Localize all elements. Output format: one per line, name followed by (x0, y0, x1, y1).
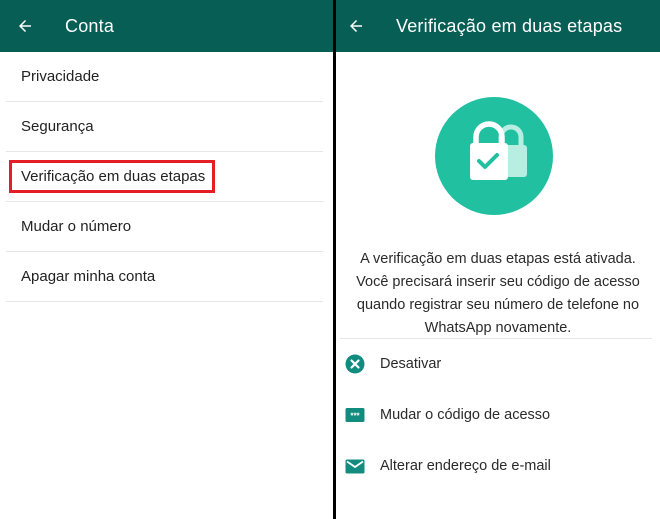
page-title: Conta (65, 15, 115, 36)
menu-item-change-number[interactable]: Mudar o número (6, 202, 323, 252)
arrow-left-icon[interactable] (15, 16, 35, 36)
menu-item-label: Segurança (21, 118, 94, 135)
two-step-verification-screen: Verificação em duas etapas A verificação… (336, 0, 660, 519)
menu-item-privacy[interactable]: Privacidade (6, 52, 323, 102)
divider (340, 338, 652, 339)
menu-item-label: Apagar minha conta (21, 268, 156, 285)
close-circle-icon (345, 354, 365, 374)
option-label: Alterar endereço de e-mail (380, 458, 551, 474)
password-icon: *** (345, 405, 365, 425)
app-bar: Verificação em duas etapas (336, 0, 660, 52)
disable-option[interactable]: Desativar (336, 344, 660, 384)
menu-item-label: Mudar o número (21, 218, 132, 235)
change-email-option[interactable]: Alterar endereço de e-mail (336, 446, 660, 486)
padlock-check-icon (435, 97, 553, 215)
account-screen: Conta Privacidade Segurança Verificação … (0, 0, 333, 519)
status-description: A verificação em duas etapas está ativad… (356, 251, 640, 336)
menu-item-label: Verificação em duas etapas (21, 168, 206, 185)
menu-item-delete-account[interactable]: Apagar minha conta (6, 252, 323, 302)
account-menu: Privacidade Segurança Verificação em dua… (6, 52, 323, 302)
change-passcode-option[interactable]: *** Mudar o código de acesso (336, 395, 660, 435)
svg-text:***: *** (350, 412, 360, 421)
menu-item-two-step-verification[interactable]: Verificação em duas etapas (6, 152, 323, 202)
option-label: Mudar o código de acesso (380, 407, 551, 423)
page-title: Verificação em duas etapas (396, 15, 623, 36)
email-icon (345, 456, 365, 476)
app-bar: Conta (0, 0, 333, 52)
menu-item-security[interactable]: Segurança (6, 102, 323, 152)
option-label: Desativar (380, 356, 442, 372)
menu-item-label: Privacidade (21, 68, 100, 85)
arrow-left-icon[interactable] (346, 16, 366, 36)
